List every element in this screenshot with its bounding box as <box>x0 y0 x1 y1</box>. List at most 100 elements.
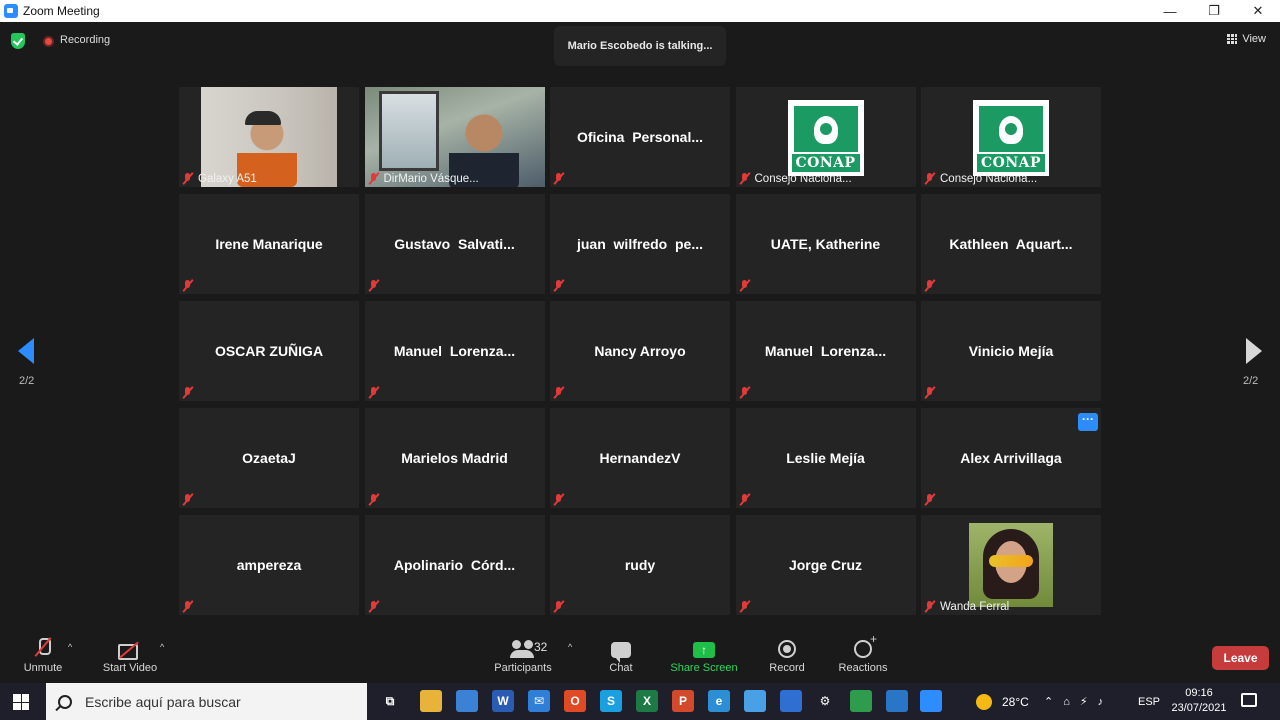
conap-logo: CONAP <box>787 100 864 176</box>
share-screen-button[interactable]: ↑ Share Screen <box>668 630 740 682</box>
participant-tile[interactable]: Oficina Personal... <box>550 87 730 187</box>
reactions-button[interactable]: Reactions <box>834 630 892 682</box>
participant-profile-photo <box>969 523 1053 607</box>
share-screen-icon: ↑ <box>693 642 715 658</box>
muted-mic-icon <box>553 279 565 292</box>
system-tray[interactable]: ⌃ ⌂ ⚡ ♪ <box>1044 683 1103 720</box>
logo-text: CONAP <box>791 154 860 172</box>
start-video-label: Start Video <box>102 662 158 674</box>
excel-icon[interactable]: X <box>636 690 658 712</box>
tray-chevron-icon[interactable]: ⌃ <box>1044 695 1053 708</box>
share-screen-label: Share Screen <box>670 662 738 674</box>
tile-footer <box>182 600 194 613</box>
calendar-icon[interactable] <box>780 690 802 712</box>
language-indicator[interactable]: ESP <box>1138 683 1160 720</box>
record-button[interactable]: Record <box>764 630 810 682</box>
participant-tile[interactable]: juan wilfredo pe... <box>550 194 730 294</box>
participants-options-caret[interactable]: ^ <box>568 642 572 652</box>
participant-tile[interactable]: Manuel Lorenza... <box>364 301 545 401</box>
conap-logo: CONAP <box>973 100 1049 176</box>
participant-tile[interactable]: UATE, Katherine <box>735 194 916 294</box>
task-view-icon[interactable]: ⧉ <box>379 690 401 712</box>
muted-mic-icon <box>368 279 380 292</box>
participant-tile[interactable]: Manuel Lorenza... <box>735 301 916 401</box>
record-icon <box>778 640 796 658</box>
participant-tile[interactable]: Vinicio Mejía <box>921 301 1101 401</box>
page-indicator-right: 2/2 <box>1243 375 1259 387</box>
windows-start-icon[interactable] <box>13 694 29 710</box>
power-icon[interactable]: ⚡ <box>1080 695 1088 708</box>
participant-tile[interactable]: Leslie Mejía <box>735 408 916 508</box>
participant-tile[interactable]: Kathleen Aquart... <box>921 194 1101 294</box>
settings-icon[interactable]: ⚙ <box>814 690 836 712</box>
video-options-caret[interactable]: ^ <box>160 642 164 652</box>
skype-icon[interactable]: S <box>600 690 622 712</box>
chat-button[interactable]: Chat <box>601 630 641 682</box>
participant-tile[interactable]: CONAP Consejo Naciona... <box>921 87 1101 187</box>
participant-tile[interactable]: OzaetaJ <box>179 408 359 508</box>
minimize-button[interactable]: — <box>1148 0 1192 22</box>
tile-footer <box>182 279 194 292</box>
tile-more-options-button[interactable]: ··· <box>1078 413 1098 431</box>
participant-name: OzaetaJ <box>242 450 296 466</box>
participant-tile[interactable]: OSCAR ZUÑIGA <box>179 301 359 401</box>
participant-tile[interactable]: Wanda Ferral <box>921 515 1101 615</box>
participant-tile[interactable]: Irene Manarique <box>179 194 359 294</box>
office-icon[interactable]: O <box>564 690 586 712</box>
tile-footer <box>739 493 751 506</box>
participant-tile[interactable]: Jorge Cruz <box>735 515 916 615</box>
muted-mic-icon <box>924 386 936 399</box>
tile-footer <box>553 600 565 613</box>
reactions-icon <box>854 632 877 658</box>
taskbar-search-box[interactable]: Escribe aquí para buscar <box>46 683 367 720</box>
edge-icon[interactable]: e <box>708 690 730 712</box>
file-explorer-icon[interactable] <box>420 690 442 712</box>
tile-footer <box>368 386 380 399</box>
participant-tile[interactable]: DirMario Vásque... <box>364 87 545 187</box>
tile-footer <box>553 279 565 292</box>
meeting-toolbar: Unmute ^ Start Video ^ 32 Participants ^… <box>0 630 1280 682</box>
word-icon[interactable]: W <box>492 690 514 712</box>
network-icon[interactable]: ⌂ <box>1063 696 1070 708</box>
mail-icon[interactable]: ✉ <box>528 690 550 712</box>
volume-icon[interactable]: ♪ <box>1098 696 1104 708</box>
encryption-shield-icon[interactable] <box>11 33 25 49</box>
store-icon[interactable] <box>456 690 478 712</box>
weather-widget[interactable]: 28°C <box>976 683 1029 720</box>
participant-tile[interactable]: CONAP Consejo Naciona... <box>735 87 916 187</box>
window-title: Zoom Meeting <box>23 4 100 18</box>
participants-button[interactable]: 32 Participants <box>490 630 556 682</box>
close-button[interactable]: ✕ <box>1236 0 1280 22</box>
notifications-icon[interactable] <box>1241 693 1257 707</box>
leave-button[interactable]: Leave <box>1212 646 1269 670</box>
participant-tile[interactable]: Galaxy A51 <box>179 87 359 187</box>
photos-icon[interactable] <box>886 690 908 712</box>
audio-options-caret[interactable]: ^ <box>68 642 72 652</box>
taskbar-clock[interactable]: 09:16 23/07/2021 <box>1168 686 1230 716</box>
zoom-icon[interactable] <box>920 690 942 712</box>
participant-gallery: Galaxy A51 DirMario Vásque... Oficina Pers… <box>179 87 1101 617</box>
participant-tile[interactable]: ampereza <box>179 515 359 615</box>
unmute-button[interactable]: Unmute <box>18 630 68 682</box>
participant-tile[interactable]: rudy <box>550 515 730 615</box>
participant-name: Alex Arrivillaga <box>960 450 1062 466</box>
participant-tile[interactable]: Nancy Arroyo <box>550 301 730 401</box>
chrome-icon[interactable] <box>850 690 872 712</box>
participant-tile[interactable]: Apolinario Córd... <box>364 515 545 615</box>
start-video-button[interactable]: Start Video <box>98 630 162 682</box>
maximize-button[interactable]: ❐ <box>1192 0 1236 22</box>
previous-page-arrow-icon[interactable] <box>18 338 34 364</box>
participant-name: Irene Manarique <box>215 236 323 252</box>
participant-tile[interactable]: Gustavo Salvati... <box>364 194 545 294</box>
view-button[interactable]: View <box>1227 33 1266 45</box>
participant-tile[interactable]: HernandezV <box>550 408 730 508</box>
view-label: View <box>1242 33 1266 45</box>
powerpoint-icon[interactable]: P <box>672 690 694 712</box>
participant-name: juan wilfredo pe... <box>576 236 703 252</box>
participant-tile[interactable]: Marielos Madrid <box>364 408 545 508</box>
participant-tile[interactable]: Alex Arrivillaga ··· <box>921 408 1101 508</box>
next-page-arrow-icon[interactable] <box>1246 338 1262 364</box>
muted-mic-icon <box>368 493 380 506</box>
onedrive-icon[interactable] <box>744 690 766 712</box>
participant-name: Manuel Lorenza... <box>764 343 887 359</box>
